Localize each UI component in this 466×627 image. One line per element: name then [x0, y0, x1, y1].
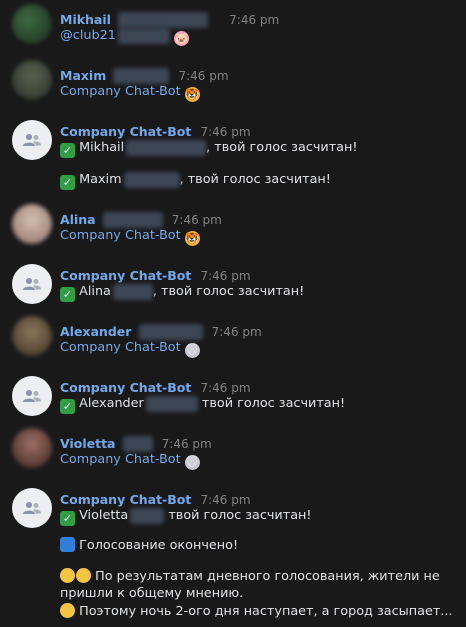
redacted-surname — [138, 323, 203, 340]
message-text: ✓ Alina , твой голос засчитан! — [60, 283, 304, 302]
vote-confirmation: , твой голос засчитан! — [179, 172, 331, 187]
group-icon — [23, 390, 41, 402]
sleeping-face-icon — [60, 603, 75, 618]
voter-name: Alina — [79, 284, 111, 299]
message-text: @club21 🐷 — [60, 27, 189, 46]
author-name[interactable]: Violetta — [60, 436, 115, 451]
message-time[interactable]: 7:46 pm — [229, 13, 279, 27]
bot-mention-link[interactable]: Company Chat-Bot — [60, 452, 181, 467]
redacted-surname — [102, 211, 163, 228]
redacted-surname — [112, 283, 153, 300]
message-header: Alexander 7:46 pm — [60, 321, 262, 340]
result-text-cont: пришли к общему мнению. — [60, 586, 244, 601]
message-header: Violetta 7:46 pm — [60, 433, 212, 452]
redacted-surname — [145, 395, 198, 412]
author-name[interactable]: Alina — [60, 212, 96, 227]
check-mark-icon: ✓ — [60, 143, 75, 158]
bot-mention-link[interactable]: Company Chat-Bot — [60, 228, 181, 243]
message-text: ✓ Violetta твой голос засчитан! — [60, 507, 312, 526]
author-name[interactable]: Alexander — [60, 324, 131, 339]
check-mark-icon: ✓ — [60, 175, 75, 190]
message-time[interactable]: 7:46 pm — [178, 69, 228, 83]
mouse-face-icon: 🐭 — [184, 343, 200, 358]
group-icon — [23, 502, 41, 514]
tiger-face-icon: 🐯 — [184, 231, 200, 246]
message-text: Company Chat-Bot 🐯 — [60, 83, 200, 102]
avatar[interactable] — [12, 376, 52, 416]
author-name[interactable]: Company Chat-Bot — [60, 124, 191, 139]
pig-face-icon: 🐷 — [173, 31, 189, 46]
message-header: Mikhail 7:46 pm — [60, 9, 279, 28]
message-header: Company Chat-Bot 7:46 pm — [60, 121, 251, 139]
check-mark-icon: ✓ — [60, 287, 75, 302]
redacted-surname — [130, 507, 165, 524]
redacted-surname — [122, 435, 153, 452]
night-text: Поэтому ночь 2-ого дня наступает, а горо… — [79, 604, 453, 619]
shrug-icon — [60, 568, 75, 583]
redacted-surname — [113, 67, 170, 84]
message-header: Maxim 7:46 pm — [60, 65, 229, 84]
author-name[interactable]: Mikhail — [60, 12, 111, 27]
message-header: Company Chat-Bot 7:46 pm — [60, 265, 251, 283]
vote-confirmation: , твой голос засчитан! — [206, 140, 358, 155]
shrug-icon — [76, 568, 91, 583]
group-icon — [23, 278, 41, 290]
message-text: Company Chat-Bot 🐯 — [60, 227, 200, 246]
avatar[interactable] — [12, 428, 52, 468]
voting-over-text: Голосование окончено! — [79, 538, 239, 553]
avatar[interactable] — [12, 4, 52, 44]
vote-confirmation: твой голос засчитан! — [197, 396, 346, 411]
voter-name: Alexander — [79, 396, 144, 411]
message-time[interactable]: 7:46 pm — [200, 269, 250, 283]
message-time[interactable]: 7:46 pm — [162, 437, 212, 451]
message-text: Поэтому ночь 2-ого дня наступает, а горо… — [60, 603, 453, 621]
author-name[interactable]: Company Chat-Bot — [60, 268, 191, 283]
message-text: По результатам дневного голосования, жит… — [60, 568, 440, 586]
avatar[interactable] — [12, 488, 52, 528]
message-time[interactable]: 7:46 pm — [212, 325, 262, 339]
message-time[interactable]: 7:46 pm — [172, 213, 222, 227]
vote-confirmation: , твой голос засчитан! — [152, 284, 305, 299]
avatar[interactable] — [12, 120, 52, 160]
redacted-surname — [123, 171, 180, 188]
message-text: ✓ Alexander твой голос засчитан! — [60, 395, 345, 414]
bot-mention-link[interactable]: Company Chat-Bot — [60, 340, 181, 355]
message-text: Голосование окончено! — [60, 537, 238, 555]
message-text: Company Chat-Bot 🐭 — [60, 339, 200, 358]
voter-name: Violetta — [79, 508, 129, 523]
message-time[interactable]: 7:46 pm — [200, 493, 250, 507]
voter-name: Mikhail — [79, 140, 125, 155]
message-text: ✓ Maxim , твой голос засчитан! — [60, 171, 331, 190]
check-mark-icon: ✓ — [60, 399, 75, 414]
chat-history: Mikhail 7:46 pm @club21 🐷 Maxim 7:46 pm … — [0, 0, 466, 627]
message-time[interactable]: 7:46 pm — [200, 125, 250, 139]
mouse-face-icon: 🐭 — [184, 455, 200, 470]
author-name[interactable]: Company Chat-Bot — [60, 492, 191, 507]
mention-link[interactable]: @club21 — [60, 28, 116, 43]
redacted-surname — [118, 11, 209, 28]
message-header: Company Chat-Bot 7:46 pm — [60, 377, 251, 395]
message-time[interactable]: 7:46 pm — [200, 381, 250, 395]
message-header: Company Chat-Bot 7:46 pm — [60, 489, 251, 507]
avatar[interactable] — [12, 316, 52, 356]
result-text: По результатам дневного голосования, жит… — [95, 569, 440, 584]
voter-name: Maxim — [79, 172, 122, 187]
bot-mention-link[interactable]: Company Chat-Bot — [60, 84, 181, 99]
avatar[interactable] — [12, 204, 52, 244]
author-name[interactable]: Company Chat-Bot — [60, 380, 191, 395]
message-text: пришли к общему мнению. — [60, 585, 243, 603]
message-text: ✓ Mikhail , твой голос засчитан! — [60, 139, 358, 158]
message-text: Company Chat-Bot 🐭 — [60, 451, 200, 470]
vote-confirmation: твой голос засчитан! — [164, 508, 312, 523]
redacted-id — [117, 27, 170, 44]
author-name[interactable]: Maxim — [60, 68, 106, 83]
group-icon — [23, 134, 41, 146]
mailbox-icon — [60, 537, 75, 552]
avatar[interactable] — [12, 264, 52, 304]
redacted-surname — [126, 139, 207, 156]
check-mark-icon: ✓ — [60, 511, 75, 526]
avatar[interactable] — [12, 60, 52, 100]
tiger-face-icon: 🐯 — [184, 87, 200, 102]
message-header: Alina 7:46 pm — [60, 209, 222, 228]
